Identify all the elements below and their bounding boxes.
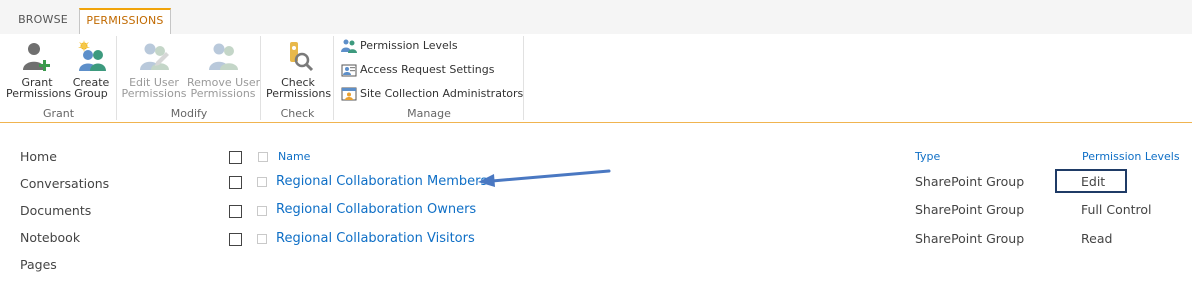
group-label-check: Check (280, 107, 315, 120)
permission-levels-label: Permission Levels (360, 39, 458, 52)
access-request-settings-label: Access Request Settings (360, 63, 495, 76)
tab-browse[interactable]: BROWSE (10, 8, 76, 35)
quick-launch-nav: Home Conversations Documents Notebook Pa… (20, 148, 109, 283)
annotation-arrow (478, 169, 611, 187)
column-header-type[interactable]: Type (915, 150, 940, 163)
ribbon-tab-bar: BROWSE PERMISSIONS (0, 0, 1192, 36)
grant-permissions-button[interactable]: Grant Permissions (6, 40, 72, 100)
row-item-checkbox[interactable] (257, 206, 267, 216)
grant-permissions-label-2: Permissions (6, 87, 72, 100)
access-request-settings-button[interactable]: Access Request Settings (341, 61, 494, 81)
nav-item-home[interactable]: Home (20, 148, 109, 175)
ribbon-group-check: Check Permissions Check (261, 34, 334, 122)
row-permission: Read (1081, 231, 1113, 246)
row-type: SharePoint Group (915, 202, 1025, 217)
permission-levels-button[interactable]: Permission Levels (341, 37, 458, 57)
group-label-modify: Modify (170, 107, 208, 120)
row-permission: Edit (1081, 174, 1106, 189)
nav-item-pages[interactable]: Pages (20, 256, 109, 283)
ribbon-separator (523, 36, 524, 120)
create-group-button[interactable]: Create Group (70, 40, 112, 99)
nav-item-documents[interactable]: Documents (20, 202, 109, 229)
group-link-members[interactable]: Regional Collaboration Members (276, 174, 487, 189)
row-select-checkbox[interactable] (229, 205, 242, 218)
site-collection-administrators-icon (341, 87, 357, 101)
ribbon-group-modify: Edit User Permissions Remove User Permis… (117, 34, 261, 122)
site-collection-administrators-label: Site Collection Administrators (360, 87, 524, 100)
check-permissions-button[interactable]: Check Permissions (266, 40, 332, 100)
nav-item-conversations[interactable]: Conversations (20, 175, 109, 202)
check-permissions-icon (290, 42, 314, 72)
row-item-checkbox[interactable] (257, 234, 267, 244)
row-item-checkbox[interactable] (257, 177, 267, 187)
group-label-manage: Manage (407, 107, 451, 120)
edit-user-permissions-button[interactable]: Edit User Permissions (121, 40, 187, 99)
ribbon-group-grant: Grant Permissions Create Group Grant (0, 34, 117, 122)
access-request-settings-icon (341, 64, 357, 77)
site-collection-administrators-button[interactable]: Site Collection Administrators (341, 85, 523, 105)
row-type: SharePoint Group (915, 231, 1025, 246)
create-group-icon (78, 40, 106, 71)
ribbon-group-manage: Permission Levels Access Request Setting… (334, 34, 524, 122)
row-permission: Full Control (1081, 202, 1152, 217)
tab-permissions[interactable]: PERMISSIONS (79, 8, 171, 36)
group-link-visitors[interactable]: Regional Collaboration Visitors (276, 231, 475, 246)
edit-user-permissions-icon (140, 43, 169, 70)
group-label-grant: Grant (42, 107, 75, 120)
row-select-checkbox[interactable] (229, 233, 242, 246)
grant-permissions-icon (23, 43, 50, 71)
check-permissions-label-2: Permissions (266, 87, 332, 100)
select-all-checkbox[interactable] (229, 151, 242, 164)
column-header-name[interactable]: Name (278, 150, 310, 163)
remove-user-permissions-label-2: Permissions (190, 87, 256, 100)
remove-user-permissions-button[interactable]: Remove User Permissions (187, 40, 260, 100)
group-link-owners[interactable]: Regional Collaboration Owners (276, 202, 476, 217)
row-type: SharePoint Group (915, 174, 1025, 189)
edit-user-permissions-label-2: Permissions (121, 87, 187, 100)
column-header-permission-levels[interactable]: Permission Levels (1082, 150, 1180, 163)
header-item-checkbox[interactable] (258, 152, 268, 162)
remove-user-permissions-icon (209, 43, 238, 70)
nav-item-notebook[interactable]: Notebook (20, 229, 109, 256)
create-group-label-2: Group (74, 87, 108, 100)
row-select-checkbox[interactable] (229, 176, 242, 189)
permission-levels-icon (341, 39, 357, 53)
ribbon: Grant Permissions Create Group Grant Edi… (0, 34, 1192, 123)
